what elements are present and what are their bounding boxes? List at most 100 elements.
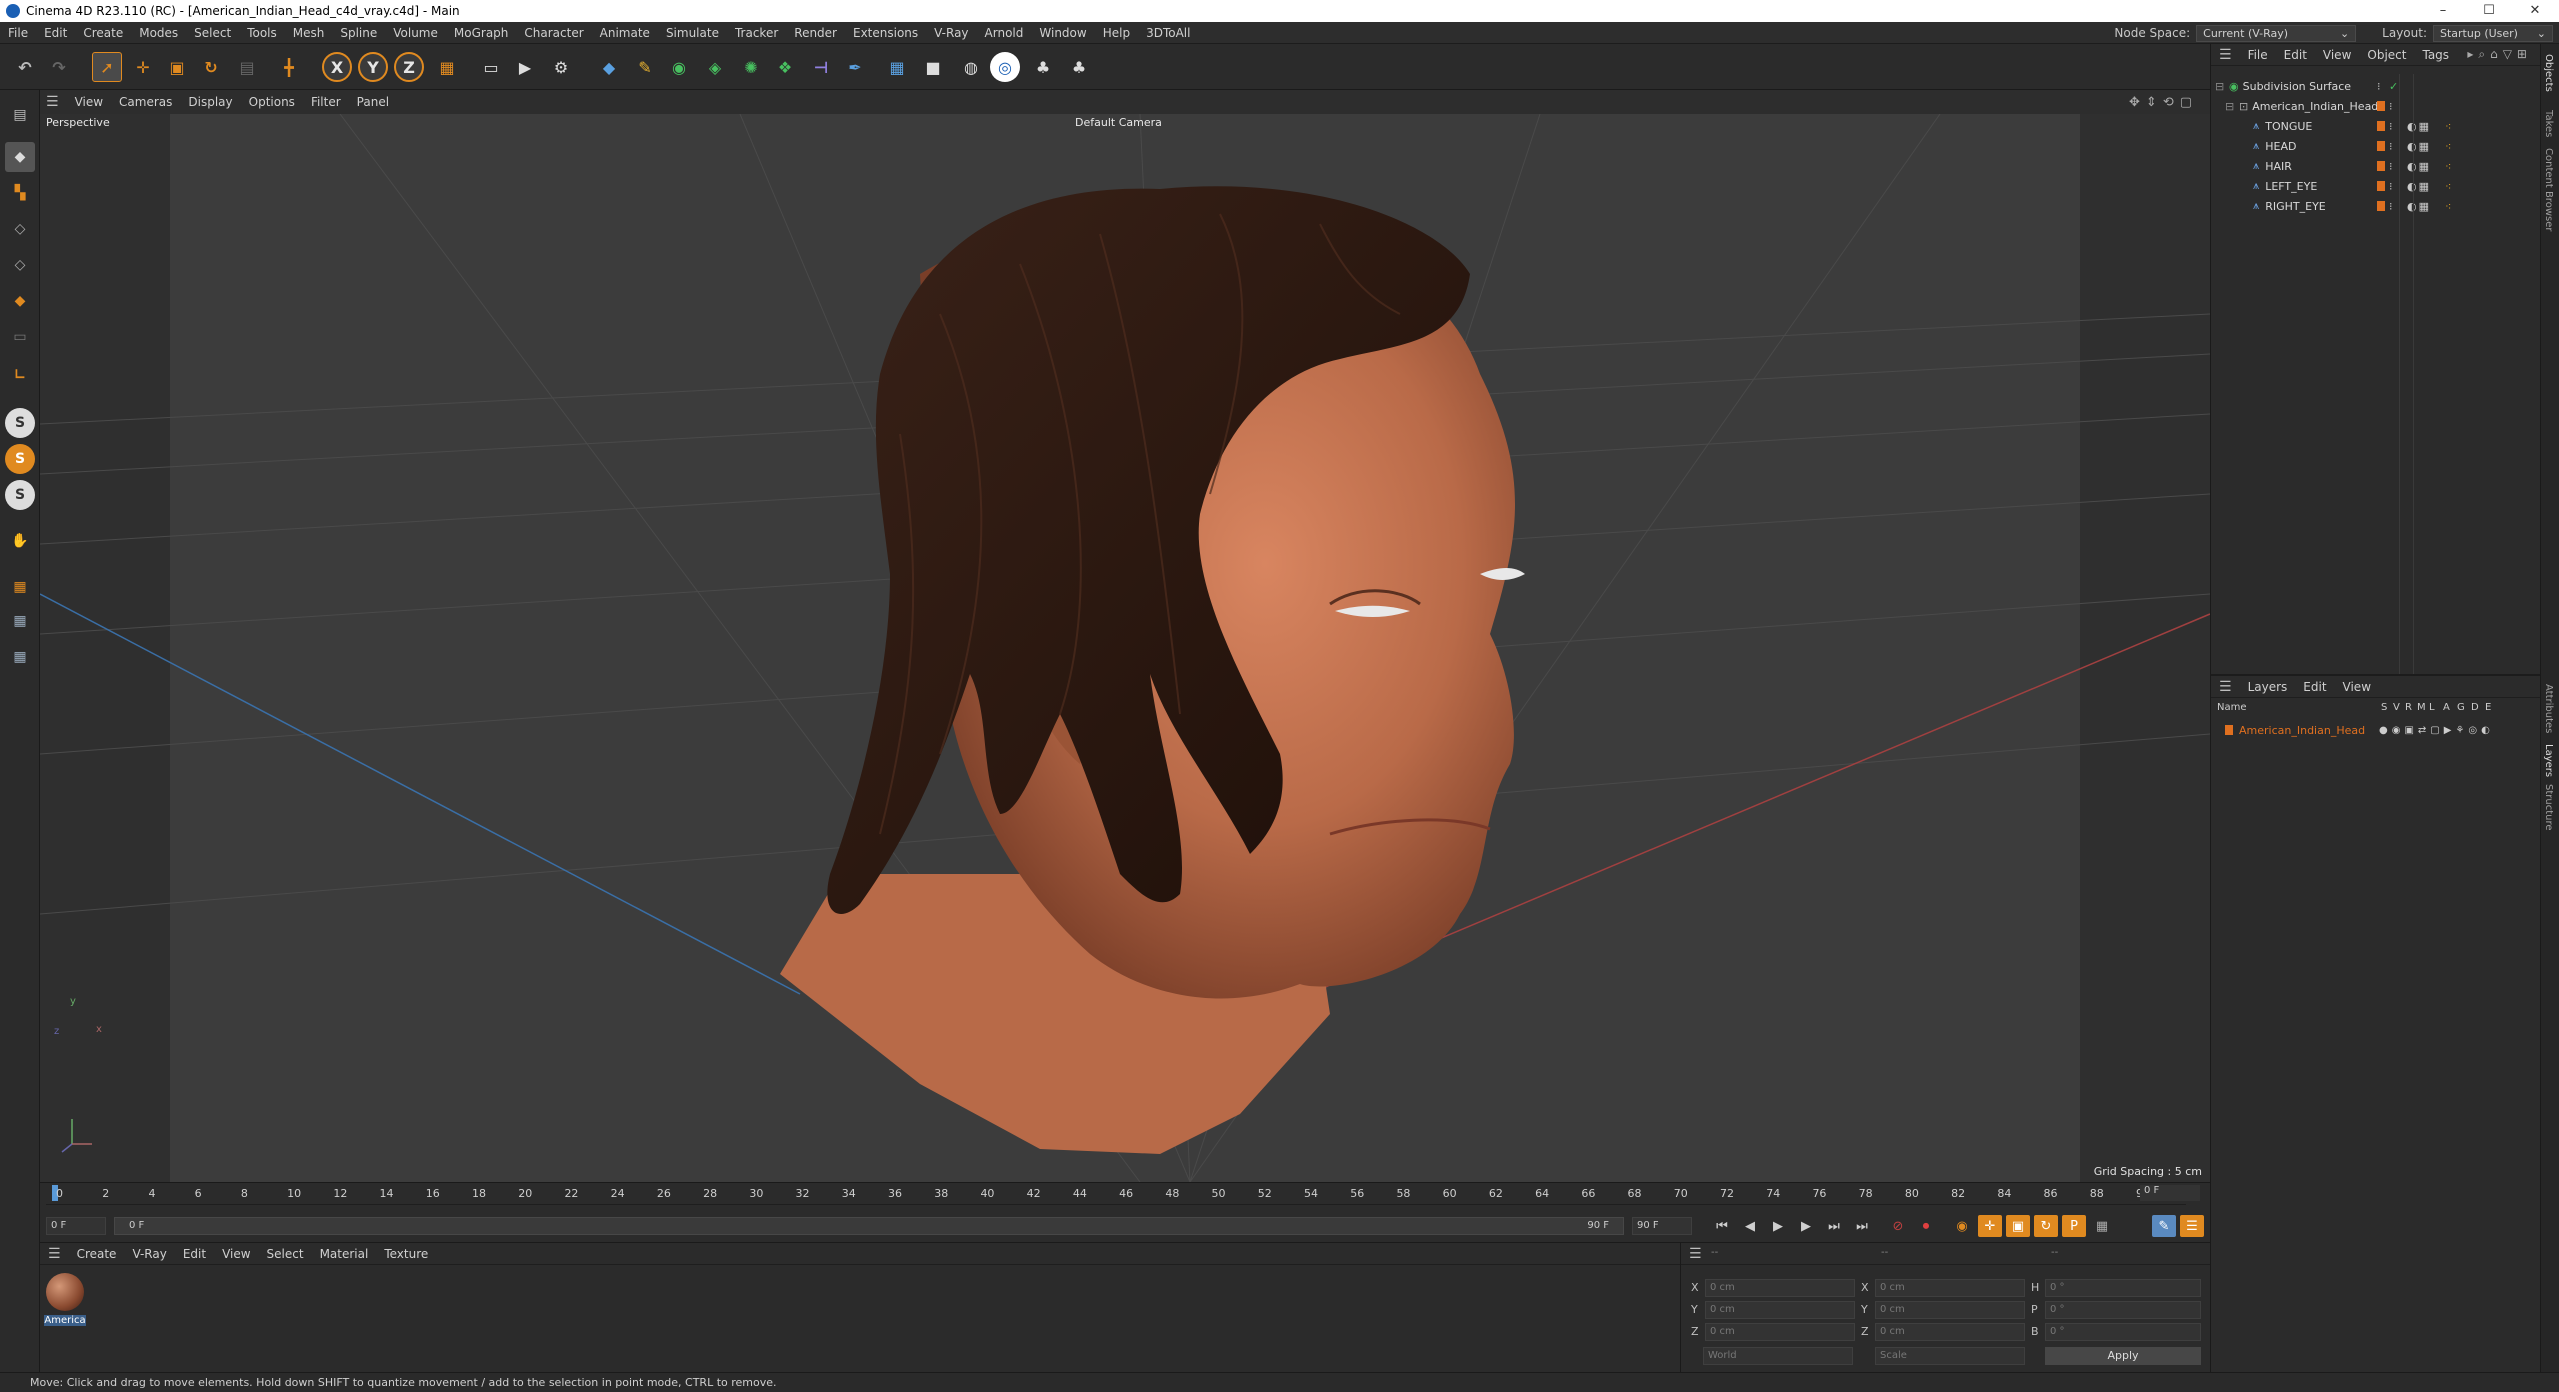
material-menu-view[interactable]: View bbox=[214, 1247, 258, 1261]
polygons-mode-icon[interactable]: ◆ bbox=[5, 286, 35, 316]
viewport-menu-filter[interactable]: Filter bbox=[303, 95, 349, 109]
vray-tag-icon[interactable]: ⁖ bbox=[2445, 120, 2451, 133]
cloner-icon[interactable]: ✺ bbox=[736, 52, 766, 82]
extrude-icon[interactable]: ◈ bbox=[700, 52, 730, 82]
deformer-icon[interactable]: ⊣ bbox=[806, 52, 836, 82]
material-tag-icons[interactable]: ◐▦ bbox=[2407, 200, 2431, 213]
camera-label[interactable]: Default Camera bbox=[1075, 116, 1162, 129]
viewport-menu-options[interactable]: Options bbox=[241, 95, 303, 109]
menu-window[interactable]: Window bbox=[1031, 26, 1094, 40]
close-button[interactable]: ✕ bbox=[2512, 0, 2558, 22]
menu-arnold[interactable]: Arnold bbox=[977, 26, 1032, 40]
expand-icon[interactable]: ⊟ bbox=[2225, 100, 2239, 113]
axis-y-lock-button[interactable]: Y bbox=[358, 52, 388, 82]
material-menu-vray[interactable]: V-Ray bbox=[124, 1247, 174, 1261]
object-menu-object[interactable]: Object bbox=[2359, 48, 2414, 62]
menu-spline[interactable]: Spline bbox=[332, 26, 385, 40]
material-tag-icons[interactable]: ◐▦ bbox=[2407, 180, 2431, 193]
menu-simulate[interactable]: Simulate bbox=[658, 26, 727, 40]
transform-tool-icon[interactable]: ▤ bbox=[232, 52, 262, 82]
mograph-icon[interactable]: ❖ bbox=[770, 52, 800, 82]
tab-objects[interactable]: Objects bbox=[2543, 54, 2554, 92]
minimize-button[interactable]: – bbox=[2420, 0, 2466, 22]
move-tool-icon[interactable]: ✛ bbox=[128, 52, 158, 82]
loop-icon[interactable]: ⏭ bbox=[1850, 1215, 1874, 1237]
play-icon[interactable]: ▶ bbox=[1766, 1215, 1790, 1237]
object-row-tongue[interactable]: ⩚ TONGUE ⁝ ◐▦ ⁖ bbox=[2211, 116, 2541, 136]
go-to-start-icon[interactable]: ⏮ bbox=[1710, 1215, 1734, 1237]
vray-tag-icon[interactable]: ⁖ bbox=[2445, 160, 2451, 173]
layer-row[interactable]: American_Indian_Head ●◉▣⇄▢▶⚘◎◐ bbox=[2211, 720, 2541, 740]
subdivision-icon[interactable]: ◉ bbox=[664, 52, 694, 82]
rot-p-field[interactable]: 0 ° bbox=[2045, 1301, 2201, 1319]
hamburger-icon[interactable]: ☰ bbox=[48, 1246, 69, 1262]
hamburger-icon[interactable]: ☰ bbox=[2219, 47, 2240, 63]
motion-record-icon[interactable]: ✎ bbox=[2152, 1215, 2176, 1237]
locked-workplane-icon[interactable]: ▦ bbox=[5, 642, 35, 672]
coord-mode-dropdown[interactable]: Scale bbox=[1875, 1347, 2025, 1365]
key-param-icon[interactable]: P bbox=[2062, 1215, 2086, 1237]
undo-icon[interactable]: ↶ bbox=[10, 52, 40, 82]
object-row-hair[interactable]: ⩚ HAIR ⁝ ◐▦ ⁖ bbox=[2211, 156, 2541, 176]
material-menu-material[interactable]: Material bbox=[312, 1247, 377, 1261]
enabled-check-icon[interactable]: ✓ bbox=[2389, 80, 2398, 93]
render-settings-icon[interactable]: ⚙ bbox=[546, 52, 576, 82]
visibility-dots[interactable]: ⁝ bbox=[2389, 100, 2393, 113]
key-position-icon[interactable]: ✛ bbox=[1978, 1215, 2002, 1237]
points-mode-icon[interactable]: ◇ bbox=[5, 214, 35, 244]
material-tag-icons[interactable]: ◐▦ bbox=[2407, 160, 2431, 173]
layer-color-swatch[interactable] bbox=[2377, 161, 2385, 171]
viewport-menu-view[interactable]: View bbox=[67, 95, 111, 109]
workplane-snap-icon[interactable]: S bbox=[5, 480, 35, 510]
material-menu-texture[interactable]: Texture bbox=[376, 1247, 436, 1261]
layer-color-swatch[interactable] bbox=[2377, 181, 2385, 191]
tab-layers[interactable]: Layers bbox=[2543, 744, 2554, 777]
tab-content-browser[interactable]: Content Browser bbox=[2543, 148, 2554, 231]
light-icon[interactable]: ◍ bbox=[956, 52, 986, 82]
maximize-button[interactable]: ☐ bbox=[2466, 0, 2512, 22]
menu-select[interactable]: Select bbox=[186, 26, 239, 40]
object-menu-view[interactable]: View bbox=[2315, 48, 2359, 62]
key-pla-icon[interactable]: ▦ bbox=[2090, 1215, 2114, 1237]
menu-create[interactable]: Create bbox=[75, 26, 131, 40]
menu-mograph[interactable]: MoGraph bbox=[446, 26, 517, 40]
hamburger-icon[interactable]: ☰ bbox=[2219, 679, 2240, 695]
visibility-dots[interactable]: ⁝ bbox=[2389, 120, 2393, 133]
coordinate-system-icon[interactable]: ╋ bbox=[274, 52, 304, 82]
menu-extensions[interactable]: Extensions bbox=[845, 26, 926, 40]
object-row-left-eye[interactable]: ⩚ LEFT_EYE ⁝ ◐▦ ⁖ bbox=[2211, 176, 2541, 196]
3d-viewport[interactable]: Perspective Default Camera Grid Spacing … bbox=[40, 114, 2210, 1182]
layer-toggle-icons[interactable]: ●◉▣⇄▢▶⚘◎◐ bbox=[2379, 725, 2494, 736]
step-back-icon[interactable]: ◀ bbox=[1738, 1215, 1762, 1237]
make-editable-icon[interactable]: ▤ bbox=[5, 100, 35, 130]
end-frame-field[interactable]: 90 F bbox=[1632, 1217, 1692, 1235]
visibility-dots[interactable]: ⁝ bbox=[2389, 160, 2393, 173]
pos-z-field[interactable]: 0 cm bbox=[1705, 1323, 1855, 1341]
menu-tools[interactable]: Tools bbox=[239, 26, 285, 40]
material-menu-create[interactable]: Create bbox=[69, 1247, 125, 1261]
axis-mode-icon[interactable]: ∟ bbox=[5, 360, 35, 390]
layer-color-swatch[interactable] bbox=[2377, 201, 2385, 211]
workplane-icon[interactable]: ▦ bbox=[5, 606, 35, 636]
pos-x-field[interactable]: 0 cm bbox=[1705, 1279, 1855, 1297]
keyframe-selection-icon[interactable]: ◉ bbox=[1950, 1215, 1974, 1237]
vray-icon[interactable]: ◎ bbox=[990, 52, 1020, 82]
menu-vray[interactable]: V-Ray bbox=[926, 26, 976, 40]
material-menu-edit[interactable]: Edit bbox=[175, 1247, 214, 1261]
size-y-field[interactable]: 0 cm bbox=[1875, 1301, 2025, 1319]
object-row-head[interactable]: ⩚ HEAD ⁝ ◐▦ ⁖ bbox=[2211, 136, 2541, 156]
apply-button[interactable]: Apply bbox=[2045, 1347, 2201, 1365]
menu-render[interactable]: Render bbox=[786, 26, 845, 40]
visibility-dots[interactable]: ⁝ bbox=[2377, 80, 2381, 93]
viewport-nav-icons[interactable]: ✥⇕⟲▢ bbox=[2129, 95, 2198, 110]
rot-b-field[interactable]: 0 ° bbox=[2045, 1323, 2201, 1341]
python-icon[interactable]: ♣ bbox=[1028, 52, 1058, 82]
tab-attributes[interactable]: Attributes bbox=[2543, 684, 2554, 733]
camera-icon[interactable]: ■ bbox=[918, 52, 948, 82]
node-space-dropdown[interactable]: Current (V-Ray) ⌄ bbox=[2196, 24, 2357, 42]
cube-primitive-icon[interactable]: ◆ bbox=[594, 52, 624, 82]
menu-help[interactable]: Help bbox=[1095, 26, 1138, 40]
record-icon[interactable]: ⏺ bbox=[1914, 1215, 1938, 1237]
start-frame-field[interactable]: 0 F bbox=[46, 1217, 106, 1235]
vray-tag-icon[interactable]: ⁖ bbox=[2445, 200, 2451, 213]
